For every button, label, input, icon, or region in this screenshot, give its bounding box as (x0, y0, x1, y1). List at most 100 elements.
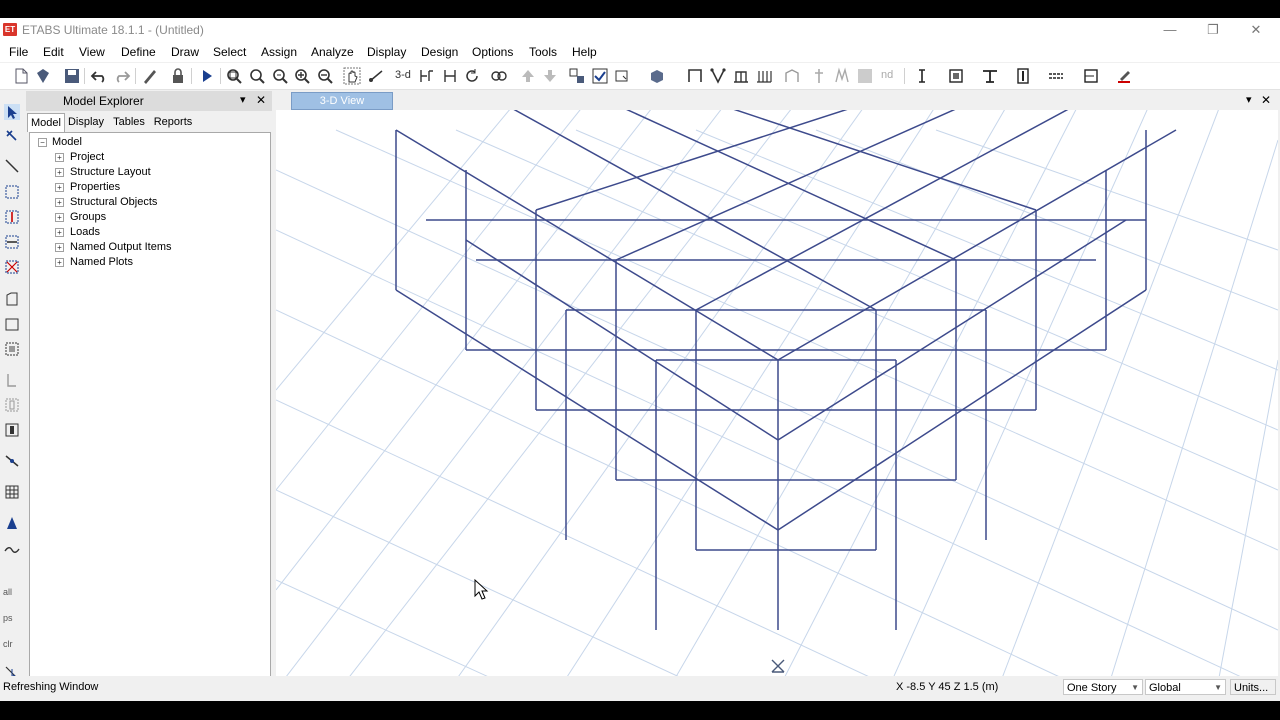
minimize-icon[interactable]: — (1156, 21, 1184, 39)
draw-floor-icon[interactable] (4, 291, 20, 307)
draw-slab-icon[interactable] (856, 67, 874, 85)
pin-panel-icon[interactable]: ▾ (240, 93, 246, 106)
draw-tendon-icon[interactable] (4, 541, 20, 557)
close-icon[interactable]: ✕ (1242, 21, 1270, 39)
lock-icon[interactable] (169, 67, 187, 85)
view-dropdown-icon[interactable]: ▾ (1246, 93, 1252, 106)
draw-dimension-icon[interactable] (4, 515, 20, 531)
tree-item-named-output-items[interactable]: Named Output Items (70, 241, 172, 253)
previous-selection-label[interactable]: ps (3, 613, 13, 623)
rotate-view-icon[interactable] (463, 67, 481, 85)
close-panel-icon[interactable]: ✕ (256, 93, 266, 107)
tree-expand-icon[interactable]: + (55, 243, 64, 252)
model-3d-viewport[interactable] (276, 110, 1278, 694)
select-all-label[interactable]: all (3, 587, 12, 597)
menu-file[interactable]: File (9, 45, 28, 59)
pencil-icon[interactable] (141, 67, 159, 85)
pointer-icon[interactable] (4, 104, 20, 120)
menu-display[interactable]: Display (367, 45, 406, 59)
display-deformed-icon[interactable] (1082, 67, 1100, 85)
tree-item-structural-objects[interactable]: Structural Objects (70, 196, 157, 208)
story-select[interactable]: One Story ▼ (1063, 679, 1143, 695)
draw-brace-icon[interactable] (709, 67, 727, 85)
draw-nd-button[interactable]: nd (881, 69, 893, 81)
menu-options[interactable]: Options (472, 45, 513, 59)
tree-expand-icon[interactable]: + (55, 153, 64, 162)
measure-icon[interactable] (367, 67, 385, 85)
menu-edit[interactable]: Edit (43, 45, 64, 59)
zoom-in-icon[interactable] (293, 67, 311, 85)
tree-expand-icon[interactable]: + (55, 258, 64, 267)
assign-shell-icon[interactable] (947, 67, 965, 85)
pan-icon[interactable] (343, 67, 361, 85)
units-button[interactable]: Units... (1230, 679, 1276, 695)
menu-define[interactable]: Define (121, 45, 156, 59)
menu-view[interactable]: View (79, 45, 105, 59)
tree-expand-icon[interactable]: + (55, 168, 64, 177)
elevation-view-icon[interactable] (441, 67, 459, 85)
new-model-icon[interactable] (12, 67, 30, 85)
tree-item-project[interactable]: Project (70, 151, 104, 163)
draw-secondary-icon[interactable] (833, 67, 851, 85)
view-close-icon[interactable]: ✕ (1261, 93, 1271, 107)
draw-brace-tool-icon[interactable] (4, 259, 20, 275)
move-down-icon[interactable] (541, 67, 559, 85)
tab-reports[interactable]: Reports (153, 113, 193, 131)
tab-3d-view[interactable]: 3-D View (291, 92, 393, 110)
tree-item-properties[interactable]: Properties (70, 181, 120, 193)
tab-tables[interactable]: Tables (111, 113, 147, 131)
extrude-view-icon[interactable] (648, 67, 666, 85)
plan-view-icon[interactable] (418, 67, 436, 85)
assign-joint-icon[interactable] (1014, 67, 1032, 85)
restore-icon[interactable]: ❐ (1199, 21, 1227, 39)
move-up-icon[interactable] (519, 67, 537, 85)
zoom-all-icon[interactable] (271, 67, 289, 85)
tree-expand-icon[interactable]: + (55, 183, 64, 192)
objects-visible-icon[interactable] (568, 67, 586, 85)
tree-expand-icon[interactable]: + (55, 213, 64, 222)
menu-analyze[interactable]: Analyze (311, 45, 354, 59)
etabs-app-icon[interactable]: ET (3, 23, 17, 36)
draw-column-icon[interactable] (810, 67, 828, 85)
zoom-window-icon[interactable] (225, 67, 243, 85)
menu-draw[interactable]: Draw (171, 45, 199, 59)
draw-beam-icon[interactable] (732, 67, 750, 85)
tree-item-loads[interactable]: Loads (70, 226, 100, 238)
draw-rect-icon[interactable] (4, 184, 20, 200)
tree-item-structure-layout[interactable]: Structure Layout (70, 166, 151, 178)
draw-grid-icon[interactable] (755, 67, 773, 85)
tab-model[interactable]: Model (27, 113, 65, 132)
tree-collapse-icon[interactable]: − (38, 138, 47, 147)
tree-item-named-plots[interactable]: Named Plots (70, 256, 133, 268)
draw-grid-tool-icon[interactable] (4, 484, 20, 500)
draw-frame-icon[interactable] (686, 67, 704, 85)
tree-root-model[interactable]: Model (52, 136, 82, 148)
draw-link-icon[interactable] (4, 453, 20, 469)
check-icon[interactable] (591, 67, 609, 85)
redo-icon[interactable] (113, 67, 131, 85)
assign-frame-icon[interactable] (981, 67, 999, 85)
base-support-icon[interactable] (771, 659, 785, 673)
draw-pier-icon[interactable] (4, 422, 20, 438)
perspective-icon[interactable] (490, 67, 508, 85)
undo-icon[interactable] (90, 67, 108, 85)
save-icon[interactable] (63, 67, 81, 85)
zoom-restore-icon[interactable] (248, 67, 266, 85)
draw-wall-icon[interactable] (783, 67, 801, 85)
coord-system-select[interactable]: Global ▼ (1145, 679, 1226, 695)
menu-select[interactable]: Select (213, 45, 246, 59)
clear-selection-label[interactable]: clr (3, 639, 13, 649)
draw-wall-tool-icon[interactable] (4, 372, 20, 388)
zoom-out-icon[interactable] (316, 67, 334, 85)
draw-beam-tool-icon[interactable] (4, 234, 20, 250)
assign-loads-icon[interactable] (1047, 67, 1065, 85)
tree-item-groups[interactable]: Groups (70, 211, 106, 223)
menu-design[interactable]: Design (421, 45, 458, 59)
open-model-icon[interactable] (34, 67, 52, 85)
draw-column-tool-icon[interactable] (4, 209, 20, 225)
menu-tools[interactable]: Tools (529, 45, 557, 59)
tree-expand-icon[interactable]: + (55, 198, 64, 207)
draw-wall-stack-icon[interactable] (4, 397, 20, 413)
display-options-icon[interactable] (614, 67, 632, 85)
draw-opening-icon[interactable] (4, 341, 20, 357)
